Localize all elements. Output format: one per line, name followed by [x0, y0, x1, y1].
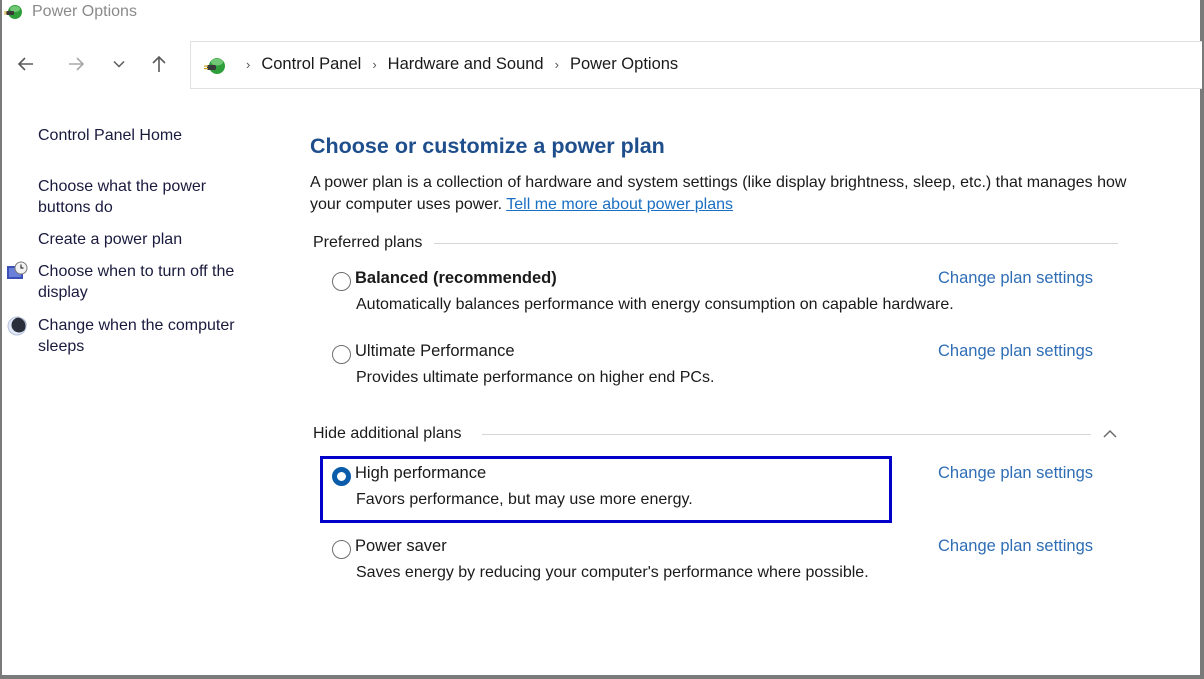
- arrow-right-icon: [69, 57, 85, 71]
- arrow-up-icon: [152, 55, 166, 72]
- title-bar: Power Options: [2, 0, 1200, 26]
- change-plan-settings-ultimate[interactable]: Change plan settings: [938, 342, 1093, 361]
- change-plan-settings-power-saver[interactable]: Change plan settings: [938, 537, 1093, 556]
- hide-additional-plans-toggle[interactable]: Hide additional plans: [313, 425, 462, 443]
- page-title: Choose or customize a power plan: [310, 134, 665, 158]
- sidebar-display-off[interactable]: Choose when to turn off the display: [38, 261, 268, 303]
- breadcrumb-hardware-and-sound[interactable]: Hardware and Sound: [388, 55, 544, 74]
- breadcrumb-separator: ›: [246, 57, 251, 72]
- chevron-up-icon[interactable]: [1100, 424, 1120, 444]
- back-button[interactable]: [12, 50, 40, 78]
- sidebar-control-panel-home[interactable]: Control Panel Home: [38, 125, 268, 146]
- plan-name[interactable]: High performance: [355, 464, 486, 483]
- plan-balanced-radio[interactable]: [332, 272, 351, 291]
- breadcrumb-control-panel[interactable]: Control Panel: [261, 55, 361, 74]
- forward-button[interactable]: [62, 50, 90, 78]
- breadcrumb-separator: ›: [372, 57, 377, 72]
- plan-description: Provides ultimate performance on higher …: [356, 369, 715, 386]
- plan-ultimate-radio[interactable]: [332, 345, 351, 364]
- plan-power-saver-radio[interactable]: [332, 540, 351, 559]
- page-description: A power plan is a collection of hardware…: [310, 172, 1140, 216]
- change-plan-settings-high-performance[interactable]: Change plan settings: [938, 464, 1093, 483]
- change-plan-settings-balanced[interactable]: Change plan settings: [938, 269, 1093, 288]
- window-title: Power Options: [32, 3, 137, 20]
- recent-locations-button[interactable]: [105, 50, 133, 78]
- display-timer-icon: [7, 261, 28, 279]
- preferred-plans-divider: [434, 243, 1118, 244]
- plan-description: Saves energy by reducing your computer's…: [356, 564, 869, 581]
- additional-plans-divider: [482, 434, 1091, 435]
- plan-name[interactable]: Ultimate Performance: [355, 342, 515, 361]
- sidebar-create-plan[interactable]: Create a power plan: [38, 229, 268, 250]
- sidebar-computer-sleeps[interactable]: Change when the computer sleeps: [38, 315, 268, 357]
- navigation-bar: › Control Panel › Hardware and Sound › P…: [2, 36, 1202, 94]
- address-bar[interactable]: › Control Panel › Hardware and Sound › P…: [190, 41, 1202, 89]
- up-button[interactable]: [145, 50, 173, 78]
- preferred-plans-label: Preferred plans: [313, 234, 423, 251]
- power-options-icon: [4, 5, 22, 19]
- moon-sleep-icon: [7, 316, 27, 336]
- sidebar-power-buttons[interactable]: Choose what the power buttons do: [38, 176, 238, 218]
- plan-description: Favors performance, but may use more ene…: [356, 491, 693, 508]
- chevron-down-icon: [113, 60, 125, 68]
- arrow-left-icon: [17, 57, 33, 71]
- breadcrumb-separator: ›: [554, 57, 559, 72]
- plan-description: Automatically balances performance with …: [356, 296, 954, 313]
- power-options-icon: [204, 58, 225, 74]
- plan-name[interactable]: Power saver: [355, 537, 447, 556]
- learn-more-link[interactable]: Tell me more about power plans: [506, 196, 733, 213]
- plan-name[interactable]: Balanced (recommended): [355, 269, 557, 288]
- breadcrumb-power-options[interactable]: Power Options: [570, 55, 678, 74]
- breadcrumb: › Control Panel › Hardware and Sound › P…: [235, 55, 678, 74]
- plan-high-performance-radio[interactable]: [332, 467, 351, 486]
